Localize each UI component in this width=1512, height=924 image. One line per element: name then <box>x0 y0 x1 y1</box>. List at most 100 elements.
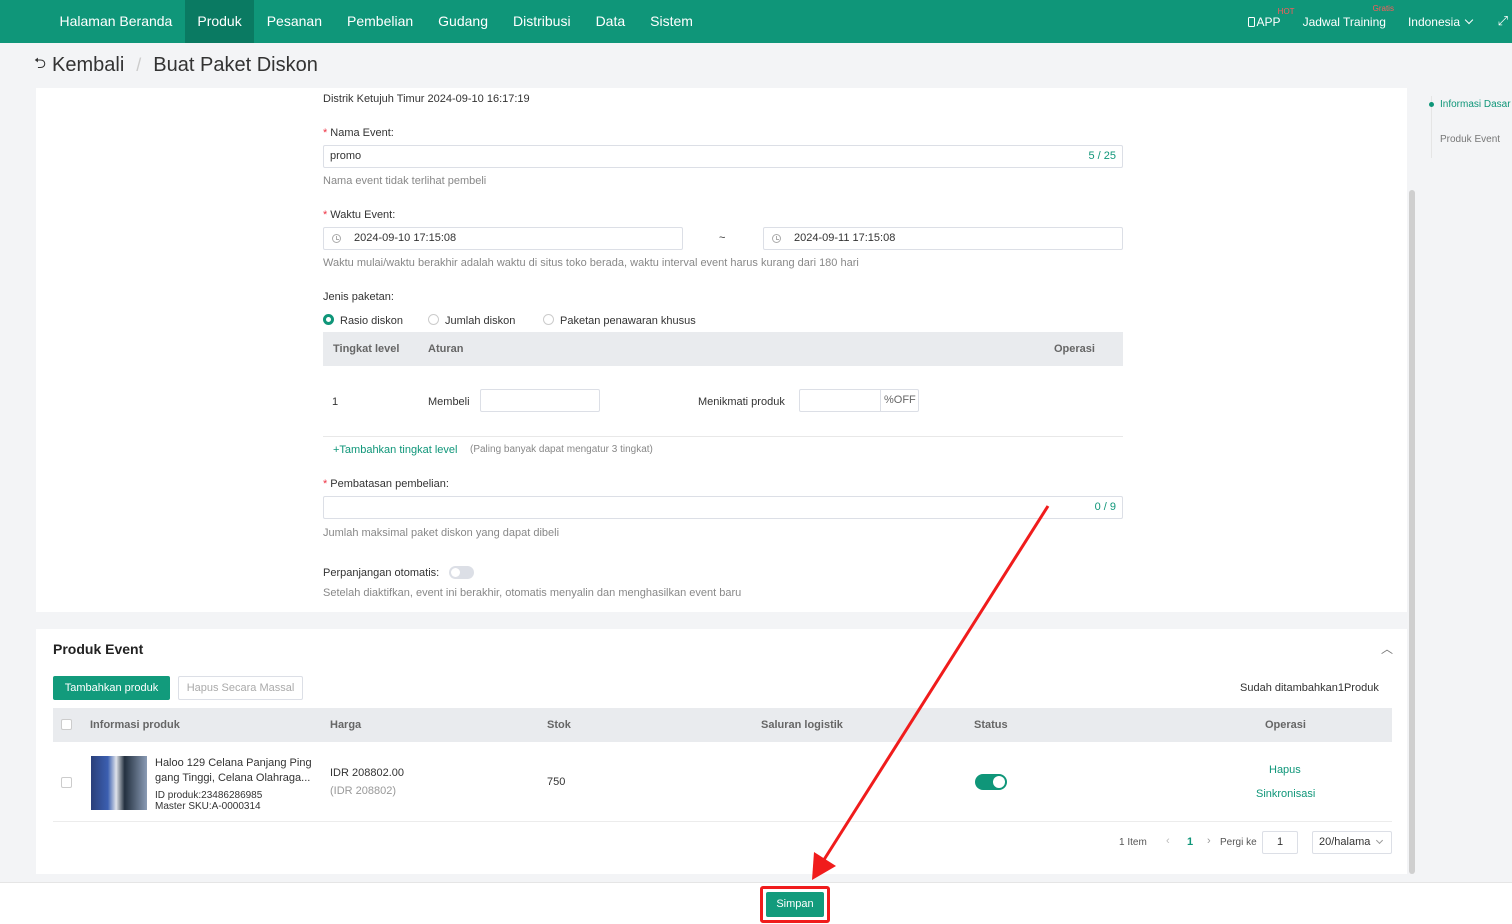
column-header: Stok <box>547 719 571 731</box>
timezone-line: Distrik Ketujuh Timur 2024-09-10 16:17:1… <box>323 93 530 105</box>
goto-page-input[interactable]: 1 <box>1262 831 1298 854</box>
breadcrumb: ⮌ Kembali / Buat Paket Diskon <box>34 53 318 78</box>
free-badge: Gratis <box>1372 3 1394 13</box>
nav-item-pembelian[interactable]: Pembelian <box>335 0 426 43</box>
event-name-counter: 5 / 25 <box>1088 150 1116 162</box>
pagination-total: 1 Item <box>1119 837 1147 848</box>
price: IDR 208802.00 <box>330 767 404 779</box>
nav-item-home[interactable]: Halaman Beranda <box>47 0 185 43</box>
footer-bar <box>0 882 1512 924</box>
back-icon[interactable]: ⮌ <box>34 53 46 78</box>
end-time-value: 2024-09-11 17:15:08 <box>794 232 896 244</box>
phone-icon <box>1247 16 1255 27</box>
top-nav: Halaman Beranda Produk Pesanan Pembelian… <box>0 0 1512 43</box>
event-products-card <box>36 629 1407 874</box>
app-label: APP <box>1256 14 1281 29</box>
nav-item-gudang[interactable]: Gudang <box>426 0 501 43</box>
event-name-label: * Nama Event: <box>323 127 394 139</box>
next-page-icon[interactable]: › <box>1207 835 1211 847</box>
anchor-basic-info[interactable]: Informasi Dasar <box>1440 99 1511 110</box>
bulk-delete-button[interactable]: Hapus Secara Massal <box>178 676 303 700</box>
chevron-down-icon <box>1375 836 1384 845</box>
nav-item-sistem[interactable]: Sistem <box>638 0 706 43</box>
event-name-hint: Nama event tidak terlihat pembeli <box>323 175 487 187</box>
purchase-limit-counter: 0 / 9 <box>1094 501 1116 513</box>
package-type-option[interactable]: Paketan penawaran khusus <box>560 315 696 327</box>
product-image <box>91 756 147 810</box>
product-name[interactable]: Haloo 129 Celana Panjang Ping gang Tingg… <box>155 756 312 786</box>
product-table-header: Informasi produk Harga Stok Saluran logi… <box>53 708 1392 742</box>
collapse-icon[interactable]: ︿ <box>1381 640 1393 657</box>
purchase-limit-hint: Jumlah maksimal paket diskon yang dapat … <box>323 527 560 539</box>
nav-item-distribusi[interactable]: Distribusi <box>500 0 583 43</box>
main-menu: Halaman Beranda Produk Pesanan Pembelian… <box>47 0 705 43</box>
add-tier-hint: (Paling banyak dapat mengatur 3 tingkat) <box>470 444 653 455</box>
price-sub: (IDR 208802) <box>330 785 397 797</box>
column-header: Saluran logistik <box>761 719 843 731</box>
training-link[interactable]: Jadwal Training Gratis <box>1302 4 1394 29</box>
column-header: Harga <box>330 719 362 731</box>
page-number[interactable]: 1 <box>1187 836 1193 848</box>
column-header: Status <box>974 719 1008 731</box>
scrollbar-thumb[interactable] <box>1409 190 1415 874</box>
nav-item-pesanan[interactable]: Pesanan <box>254 0 334 43</box>
purchase-limit-input[interactable]: 0 / 9 <box>323 496 1123 519</box>
status-toggle[interactable] <box>975 774 1007 790</box>
purchase-limit-label: * Pembatasan pembelian: <box>323 478 449 490</box>
event-time-label: * Waktu Event: <box>323 209 396 221</box>
language-select[interactable]: Indonesia <box>1407 14 1474 29</box>
breadcrumb-separator: / <box>136 55 142 75</box>
auto-extend-toggle[interactable] <box>449 566 474 579</box>
discount-input[interactable]: %OFF <box>799 389 919 412</box>
column-header: Aturan <box>428 343 464 355</box>
added-count: Sudah ditambahkan1Produk <box>1240 682 1379 694</box>
package-type-option[interactable]: Jumlah diskon <box>445 315 515 327</box>
nav-item-data[interactable]: Data <box>583 0 638 43</box>
clock-icon <box>332 234 341 243</box>
package-type-label: Jenis paketan: <box>323 291 394 303</box>
auto-extend-hint: Setelah diaktifkan, event ini berakhir, … <box>323 587 742 599</box>
delete-link[interactable]: Hapus <box>1269 764 1301 776</box>
divider <box>323 436 1123 437</box>
event-name-value: promo <box>330 150 362 162</box>
buy-label: Membeli <box>428 396 470 408</box>
column-header: Operasi <box>1265 719 1306 731</box>
anchor-dot <box>1429 102 1434 107</box>
expand-icon[interactable]: ⤢ <box>1498 13 1508 29</box>
column-header: Operasi <box>1054 343 1095 355</box>
buy-quantity-input[interactable] <box>480 389 600 412</box>
auto-extend-label: Perpanjangan otomatis: <box>323 567 440 579</box>
section-title: Produk Event <box>53 641 144 657</box>
radio-rasio-diskon[interactable] <box>323 314 334 325</box>
event-time-hint: Waktu mulai/waktu berakhir adalah waktu … <box>323 257 859 269</box>
radio-paketan-khusus[interactable] <box>543 314 554 325</box>
hot-badge: HOT <box>1277 6 1295 16</box>
column-header: Informasi produk <box>90 719 180 731</box>
select-all-checkbox[interactable] <box>61 719 72 730</box>
chevron-down-icon <box>1464 15 1474 24</box>
package-type-option[interactable]: Rasio diskon <box>340 315 403 327</box>
anchor-event-products[interactable]: Produk Event <box>1440 134 1500 145</box>
add-tier-link[interactable]: +Tambahkan tingkat level <box>333 444 457 456</box>
divider <box>53 821 1392 822</box>
time-separator: ~ <box>719 232 726 244</box>
language-label: Indonesia <box>1407 14 1460 29</box>
end-time-input[interactable]: 2024-09-11 17:15:08 <box>763 227 1123 250</box>
nav-right: APP HOT Jadwal Training Gratis Indonesia <box>1226 0 1474 43</box>
training-label: Jadwal Training <box>1302 14 1386 29</box>
column-header: Tingkat level <box>333 343 400 355</box>
add-product-button[interactable]: Tambahkan produk <box>53 676 170 700</box>
radio-jumlah-diskon[interactable] <box>428 314 439 325</box>
start-time-input[interactable]: 2024-09-10 17:15:08 <box>323 227 683 250</box>
page-size-select[interactable]: 20/halama <box>1312 831 1392 854</box>
tier-level: 1 <box>332 396 339 408</box>
nav-item-produk[interactable]: Produk <box>184 0 255 43</box>
prev-page-icon[interactable]: ‹ <box>1166 835 1170 847</box>
product-meta: ID produk:23486286985 Master SKU:A-00003… <box>155 790 262 812</box>
save-button[interactable]: Simpan <box>766 892 824 917</box>
app-link[interactable]: APP HOT <box>1247 7 1295 29</box>
row-checkbox[interactable] <box>61 777 72 788</box>
back-link[interactable]: Kembali <box>52 54 124 77</box>
sync-link[interactable]: Sinkronisasi <box>1256 788 1315 800</box>
event-name-input[interactable]: promo 5 / 25 <box>323 145 1123 168</box>
